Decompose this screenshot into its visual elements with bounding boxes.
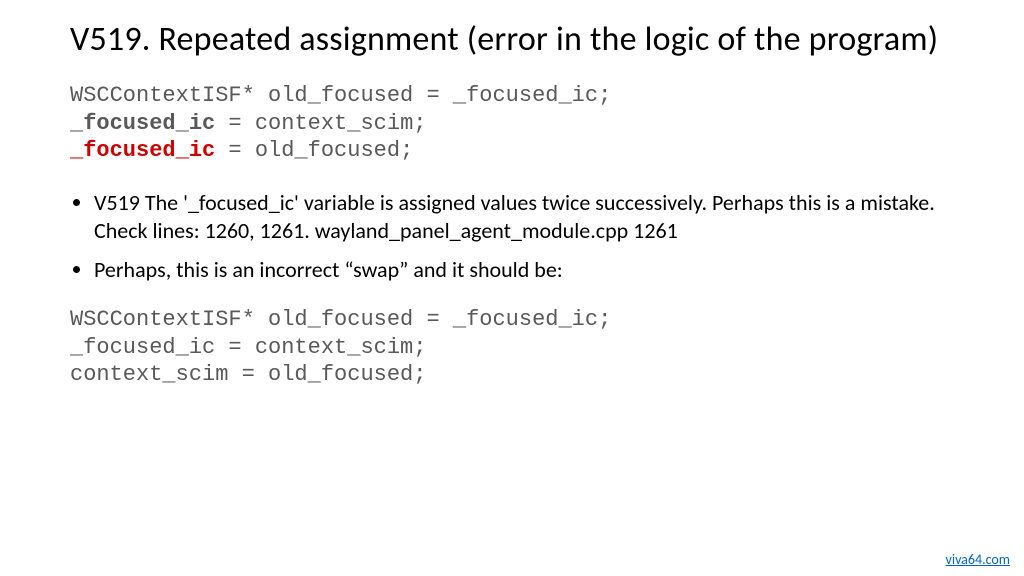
slide: V519. Repeated assignment (error in the … <box>0 0 1024 576</box>
bullet-text: V519 The '_focused_ic' variable is assig… <box>94 189 935 245</box>
code-highlight-var-2: _focused_ic <box>70 138 215 163</box>
bullet-text: Perhaps, this is an incorrect “swap” and… <box>94 256 563 283</box>
code-block-original: WSCContextISF* old_focused = _focused_ic… <box>70 82 954 165</box>
code-line: _focused_ic = context_scim; <box>70 335 426 360</box>
code-line: WSCContextISF* old_focused = _focused_ic… <box>70 307 611 332</box>
code-line-rest: = old_focused; <box>215 138 413 163</box>
list-item: V519 The '_focused_ic' variable is assig… <box>94 189 954 246</box>
code-line: context_scim = old_focused; <box>70 362 426 387</box>
list-item: Perhaps, this is an incorrect “swap” and… <box>94 256 954 285</box>
page-title: V519. Repeated assignment (error in the … <box>70 20 954 60</box>
code-line: WSCContextISF* old_focused = _focused_ic… <box>70 83 611 108</box>
code-block-fixed: WSCContextISF* old_focused = _focused_ic… <box>70 306 954 389</box>
code-highlight-var-1: _focused_ic <box>70 111 215 136</box>
code-line-rest: = context_scim; <box>215 111 426 136</box>
footer-link[interactable]: viva64.com <box>946 551 1010 568</box>
bullet-list: V519 The '_focused_ic' variable is assig… <box>70 189 954 285</box>
